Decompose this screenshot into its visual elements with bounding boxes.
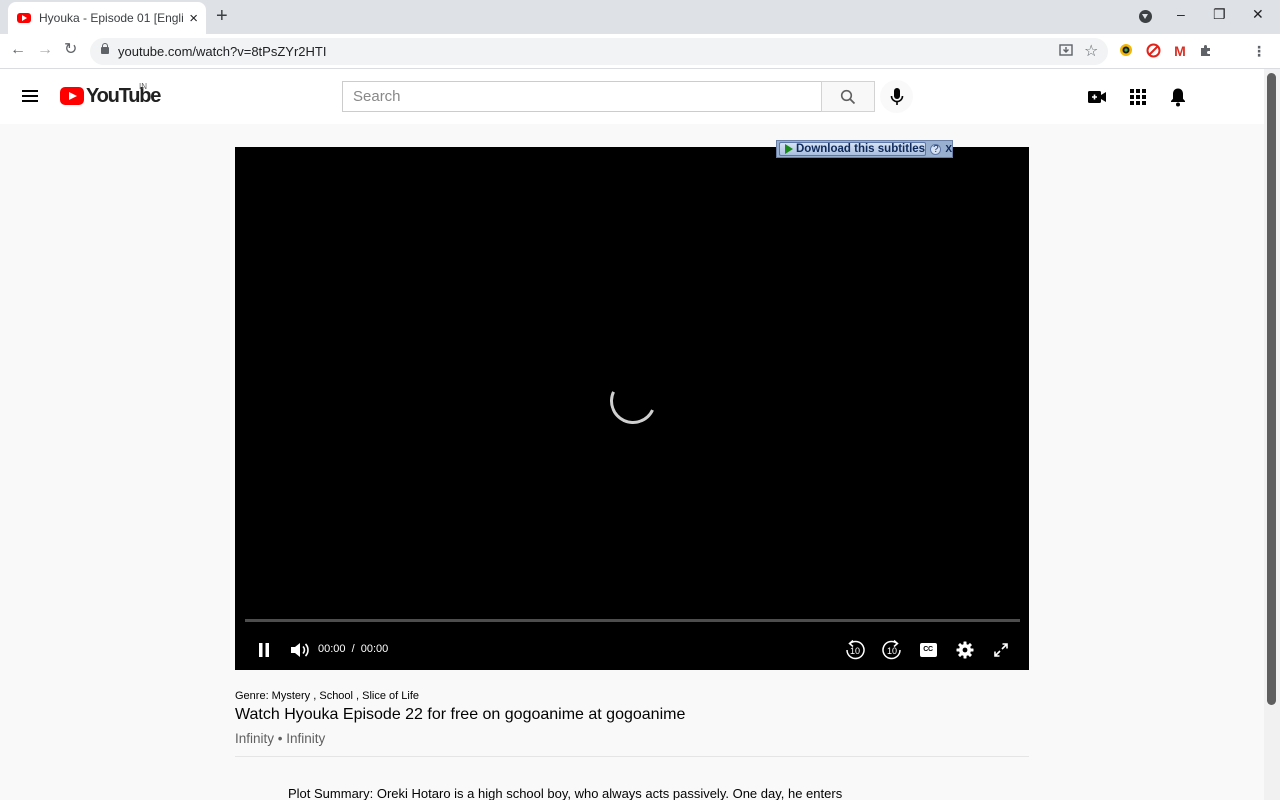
settings-button[interactable] xyxy=(954,637,976,663)
lock-icon xyxy=(101,43,109,54)
cc-icon: CC xyxy=(919,643,937,657)
new-tab-button[interactable]: + xyxy=(216,6,228,26)
pause-button[interactable] xyxy=(253,637,275,663)
divider xyxy=(235,756,1029,757)
browser-tab-active[interactable]: Hyouka - Episode 01 [English Sub × xyxy=(8,2,206,34)
back-button[interactable]: ← xyxy=(10,41,26,59)
rewind-10-icon: 10 xyxy=(846,639,865,660)
block-extension-icon[interactable] xyxy=(1145,43,1161,59)
url-text[interactable]: youtube.com/watch?v=8tPsZYr2HTI xyxy=(118,44,326,59)
voice-search-button[interactable] xyxy=(880,80,913,113)
gear-icon xyxy=(956,641,974,659)
create-video-icon[interactable] xyxy=(1086,86,1108,108)
download-subtitles-label: Download this subtitles xyxy=(796,143,926,155)
volume-button[interactable] xyxy=(289,637,311,663)
play-arrow-icon xyxy=(785,144,793,154)
volume-icon xyxy=(291,643,309,657)
search-icon xyxy=(840,89,856,104)
video-meta: Infinity • Infinity xyxy=(235,731,326,746)
apps-grid-icon[interactable] xyxy=(1127,86,1149,108)
browser-toolbar: ← → ↻ youtube.com/watch?v=8tPsZYr2HTI ☆ … xyxy=(0,34,1280,69)
forward-10-label: 10 xyxy=(887,646,897,656)
forward-10-icon: 10 xyxy=(882,639,901,660)
video-genre: Genre: Mystery , School , Slice of Life xyxy=(235,690,420,702)
color-picker-extension-icon[interactable] xyxy=(1118,43,1134,59)
forward-10-button[interactable]: 10 xyxy=(880,637,904,663)
subtitles-help-button[interactable]: ? xyxy=(930,143,942,155)
microphone-icon xyxy=(890,87,903,105)
loading-spinner-icon xyxy=(603,371,663,431)
search-input[interactable] xyxy=(343,82,822,111)
download-subtitles-button[interactable]: Download this subtitles xyxy=(779,142,927,156)
page-scrollbar-thumb[interactable] xyxy=(1267,73,1276,705)
video-title: Watch Hyouka Episode 22 for free on gogo… xyxy=(235,706,686,723)
reload-button[interactable]: ↻ xyxy=(64,41,77,59)
search-box xyxy=(342,81,822,112)
tab-close-button[interactable]: × xyxy=(189,11,198,26)
youtube-logo-text[interactable]: YouTube xyxy=(86,85,161,108)
browser-menu-icon[interactable]: ⋮ xyxy=(1251,43,1267,59)
forward-button[interactable]: → xyxy=(37,41,53,59)
subtitles-close-button[interactable]: X xyxy=(945,144,952,155)
time-display: 00:00 / 00:00 xyxy=(318,643,388,655)
fullscreen-icon xyxy=(994,643,1008,657)
youtube-favicon-icon xyxy=(17,13,31,23)
gmail-extension-icon[interactable]: M xyxy=(1172,43,1188,59)
rewind-10-label: 10 xyxy=(850,646,860,656)
captions-button[interactable]: CC xyxy=(918,637,938,663)
minimize-button[interactable]: – xyxy=(1177,6,1185,22)
progress-bar[interactable] xyxy=(245,619,1020,622)
region-code: IN xyxy=(139,82,147,91)
install-app-icon[interactable] xyxy=(1059,43,1073,60)
plot-summary: Plot Summary: Oreki Hotaro is a high sch… xyxy=(288,786,843,800)
pause-icon xyxy=(259,643,269,657)
browser-tab-strip: Hyouka - Episode 01 [English Sub × + – ❐… xyxy=(0,0,1280,34)
profile-menu-icon[interactable] xyxy=(1139,10,1152,23)
download-subtitles-widget: Download this subtitles ? X xyxy=(776,140,953,158)
youtube-masthead: YouTube IN xyxy=(0,69,1264,124)
bookmark-star-icon[interactable]: ☆ xyxy=(1084,41,1098,61)
address-bar[interactable]: youtube.com/watch?v=8tPsZYr2HTI ☆ xyxy=(90,38,1108,65)
search-button[interactable] xyxy=(821,81,875,112)
restore-button[interactable]: ❐ xyxy=(1213,6,1226,23)
puzzle-extensions-icon[interactable] xyxy=(1198,43,1214,59)
video-player[interactable]: 00:00 / 00:00 10 10 CC xyxy=(235,147,1029,670)
notifications-bell-icon[interactable] xyxy=(1167,86,1189,108)
fullscreen-button[interactable] xyxy=(991,637,1011,663)
time-separator: / xyxy=(351,643,355,655)
current-time: 00:00 xyxy=(318,643,346,655)
youtube-logo-icon[interactable] xyxy=(60,87,84,105)
close-window-button[interactable]: ✕ xyxy=(1252,6,1264,23)
guide-menu-icon[interactable] xyxy=(22,90,38,102)
rewind-10-button[interactable]: 10 xyxy=(843,637,867,663)
duration-time: 00:00 xyxy=(360,643,389,655)
tab-title: Hyouka - Episode 01 [English Sub xyxy=(39,11,184,25)
